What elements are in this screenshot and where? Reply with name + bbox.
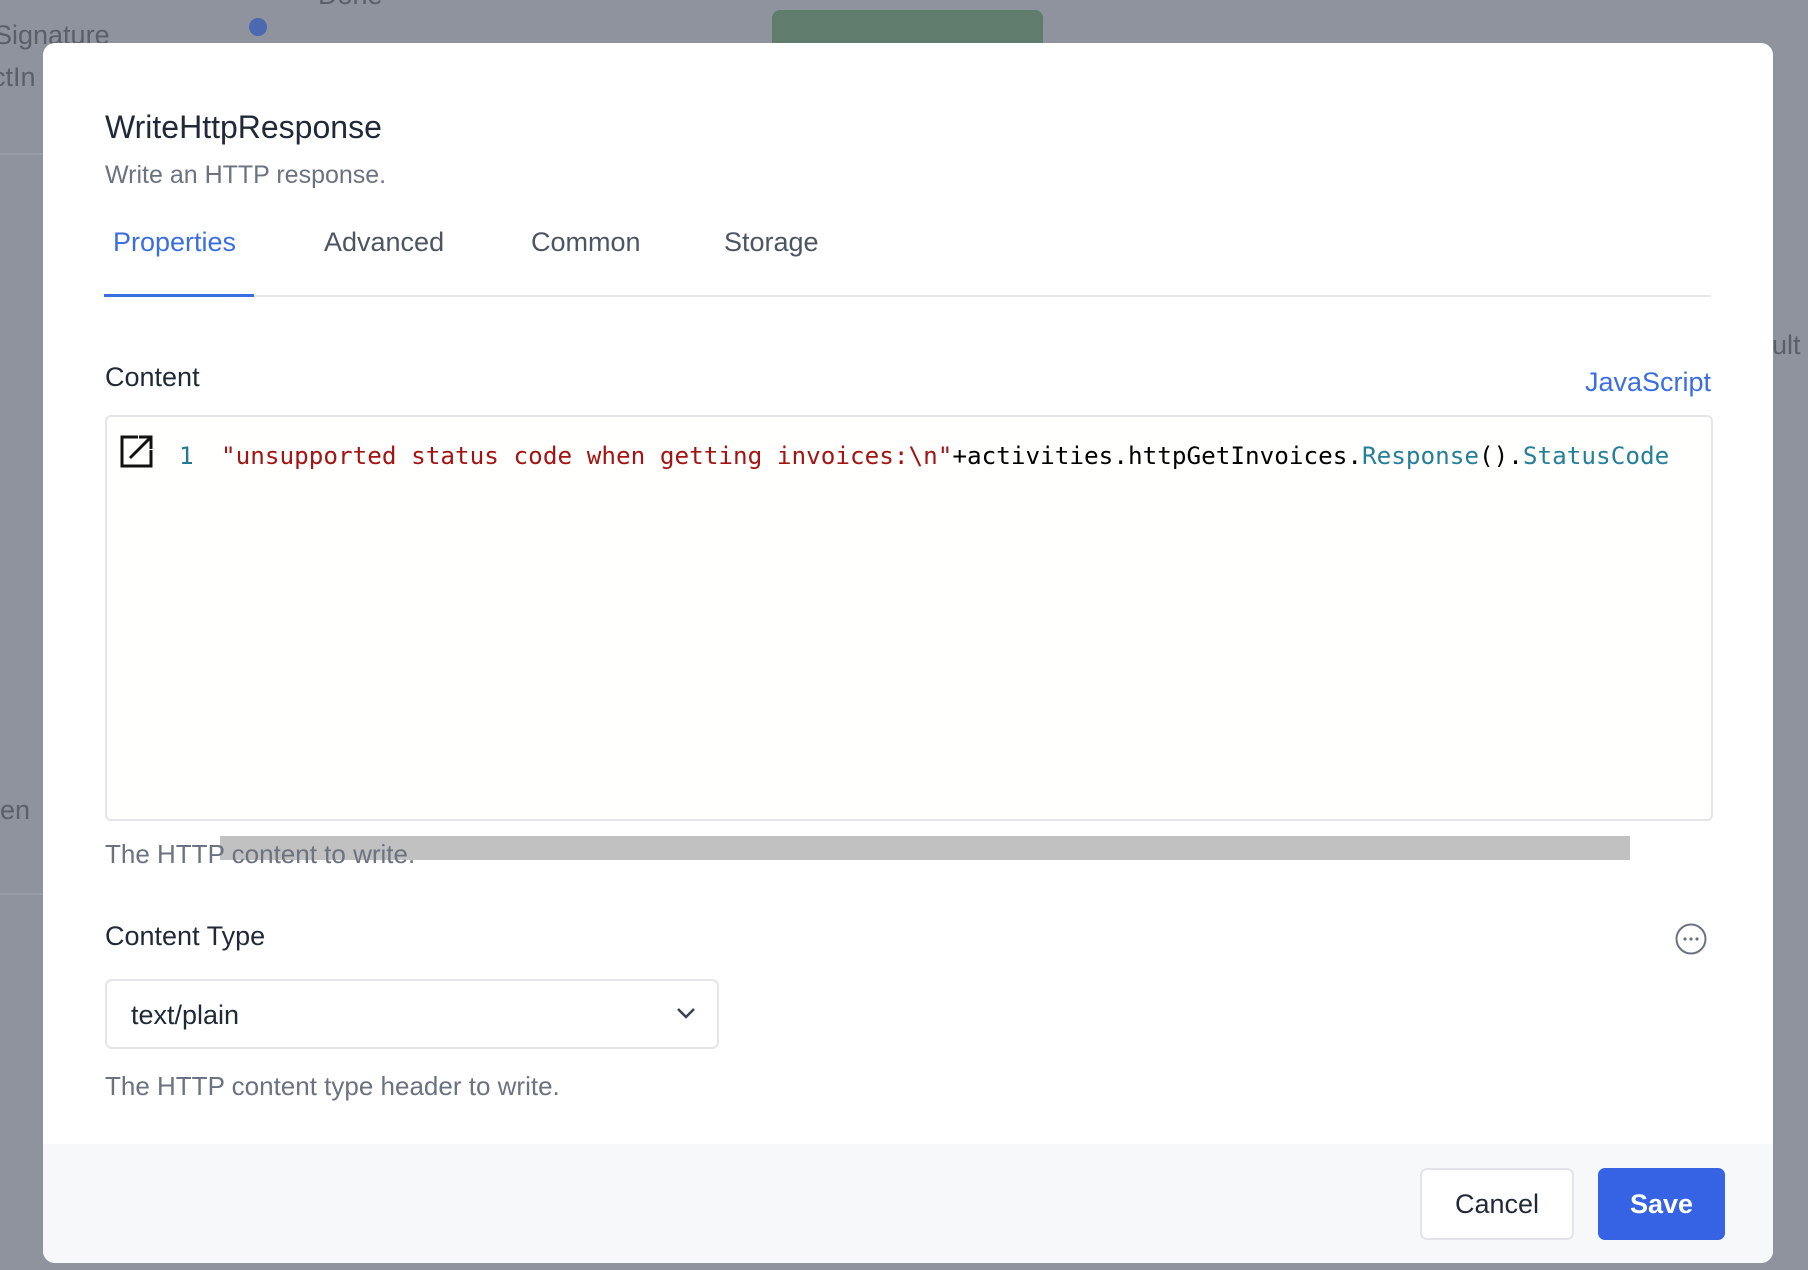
write-http-response-dialog: WriteHttpResponse Write an HTTP response… xyxy=(43,43,1773,1263)
background-divider xyxy=(0,153,43,155)
dialog-subtitle: Write an HTTP response. xyxy=(105,161,387,189)
save-button[interactable]: Save xyxy=(1598,1168,1725,1240)
background-divider xyxy=(0,893,43,895)
background-text: Done xyxy=(318,0,383,11)
chevron-down-icon xyxy=(675,1006,697,1025)
content-help-text: The HTTP content to write. xyxy=(105,839,416,869)
horizontal-scrollbar[interactable] xyxy=(220,836,1630,860)
background-text: en xyxy=(0,795,31,825)
code-property: StatusCode xyxy=(1522,441,1670,470)
active-tab-indicator xyxy=(104,294,254,297)
code-expression: +activities.httpGetInvoices. xyxy=(952,441,1362,470)
content-type-help-text: The HTTP content type header to write. xyxy=(105,1071,560,1101)
tab-advanced[interactable]: Advanced xyxy=(324,227,444,258)
tab-properties[interactable]: Properties xyxy=(113,227,236,258)
content-code-editor[interactable]: 1 "unsupported status code when getting … xyxy=(105,415,1713,860)
content-type-label: Content Type xyxy=(105,921,266,951)
tab-common[interactable]: Common xyxy=(531,227,641,258)
background-dot xyxy=(249,18,267,36)
expand-editor-icon[interactable] xyxy=(119,431,157,474)
tab-storage[interactable]: Storage xyxy=(724,227,819,258)
content-type-value: text/plain xyxy=(131,1000,240,1030)
cancel-button[interactable]: Cancel xyxy=(1420,1168,1574,1240)
content-label: Content xyxy=(105,362,200,392)
content-type-select[interactable]: text/plain xyxy=(105,979,719,1049)
dialog-title: WriteHttpResponse xyxy=(105,109,382,145)
syntax-switch-link[interactable]: JavaScript xyxy=(1585,367,1711,398)
more-options-icon[interactable] xyxy=(1674,922,1708,961)
code-method: Response xyxy=(1362,441,1480,470)
code-parens: (). xyxy=(1479,441,1523,470)
code-string: "unsupported status code when getting in… xyxy=(221,441,953,470)
code-line: "unsupported status code when getting in… xyxy=(221,441,1669,470)
background-text: ctIn xyxy=(0,62,36,92)
tab-divider xyxy=(104,295,1711,297)
line-number: 1 xyxy=(179,441,194,470)
background-text: ult xyxy=(1772,330,1801,360)
